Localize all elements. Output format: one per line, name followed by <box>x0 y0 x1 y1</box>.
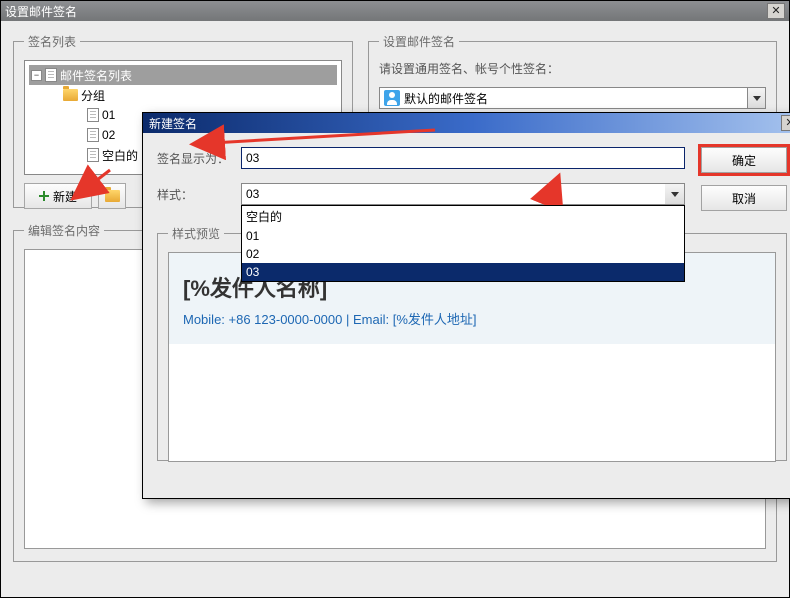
edit-content-legend: 编辑签名内容 <box>24 222 104 239</box>
dialog-title: 新建签名 <box>149 115 197 132</box>
new-signature-dialog: 新建签名 ✕ 签名显示为： 样式： 空白的 01 02 <box>142 112 790 499</box>
chevron-down-icon[interactable] <box>747 88 765 108</box>
document-icon <box>87 128 99 142</box>
signature-name-input[interactable] <box>241 147 685 169</box>
preview-box: [%发件人名称] Mobile: +86 123-0000-0000 | Ema… <box>168 252 776 462</box>
plus-icon <box>39 191 49 201</box>
default-signature-value: 默认的邮件签名 <box>404 90 488 107</box>
folder-icon <box>63 89 78 101</box>
style-dropdown-list[interactable]: 空白的 01 02 03 <box>241 205 685 282</box>
tree-group[interactable]: 分组 <box>29 85 337 105</box>
signature-list-legend: 签名列表 <box>24 33 80 50</box>
style-option[interactable]: 空白的 <box>242 206 684 227</box>
document-icon <box>87 108 99 122</box>
cancel-button-label: 取消 <box>732 190 756 207</box>
chevron-down-icon <box>671 192 679 197</box>
user-icon <box>384 90 400 106</box>
style-combobox[interactable]: 空白的 01 02 03 <box>241 183 685 205</box>
collapse-icon[interactable]: − <box>31 70 42 81</box>
dialog-close-button[interactable]: ✕ <box>781 115 790 131</box>
folder-icon <box>105 190 120 202</box>
new-signature-button[interactable]: 新建 <box>24 183 92 209</box>
name-row: 签名显示为： <box>157 147 685 169</box>
tree-root-label: 邮件签名列表 <box>60 67 132 84</box>
main-title: 设置邮件签名 <box>5 3 77 20</box>
style-dropdown-button[interactable] <box>665 183 685 205</box>
default-signature-select[interactable]: 默认的邮件签名 <box>379 87 766 109</box>
set-signature-legend: 设置邮件签名 <box>379 33 459 50</box>
style-preview-legend: 样式预览 <box>168 225 224 242</box>
tree-root[interactable]: − 邮件签名列表 <box>29 65 337 85</box>
set-signature-label: 请设置通用签名、帐号个性签名： <box>379 60 766 77</box>
ok-button-label: 确定 <box>732 152 756 169</box>
tree-item-label: 02 <box>102 128 115 142</box>
preview-contact: Mobile: +86 123-0000-0000 | Email: [%发件人… <box>183 309 761 328</box>
style-option[interactable]: 03 <box>242 263 684 281</box>
cancel-button[interactable]: 取消 <box>701 185 787 211</box>
style-input[interactable] <box>241 183 665 205</box>
tree-item-label: 01 <box>102 108 115 122</box>
main-titlebar: 设置邮件签名 ✕ <box>1 1 789 21</box>
name-label: 签名显示为： <box>157 150 231 167</box>
new-signature-label: 新建 <box>53 188 77 205</box>
tree-group-label: 分组 <box>81 87 105 104</box>
main-close-button[interactable]: ✕ <box>767 3 785 19</box>
dialog-titlebar[interactable]: 新建签名 ✕ <box>143 113 790 133</box>
style-row: 样式： 空白的 01 02 03 <box>157 183 685 205</box>
tree-item-label: 空白的 <box>102 147 138 164</box>
document-icon <box>87 148 99 162</box>
new-folder-button[interactable] <box>98 183 126 209</box>
ok-button[interactable]: 确定 <box>701 147 787 173</box>
list-icon <box>45 68 57 82</box>
style-option[interactable]: 01 <box>242 227 684 245</box>
dialog-body: 签名显示为： 样式： 空白的 01 02 03 <box>143 133 790 461</box>
style-label: 样式： <box>157 186 231 203</box>
style-option[interactable]: 02 <box>242 245 684 263</box>
